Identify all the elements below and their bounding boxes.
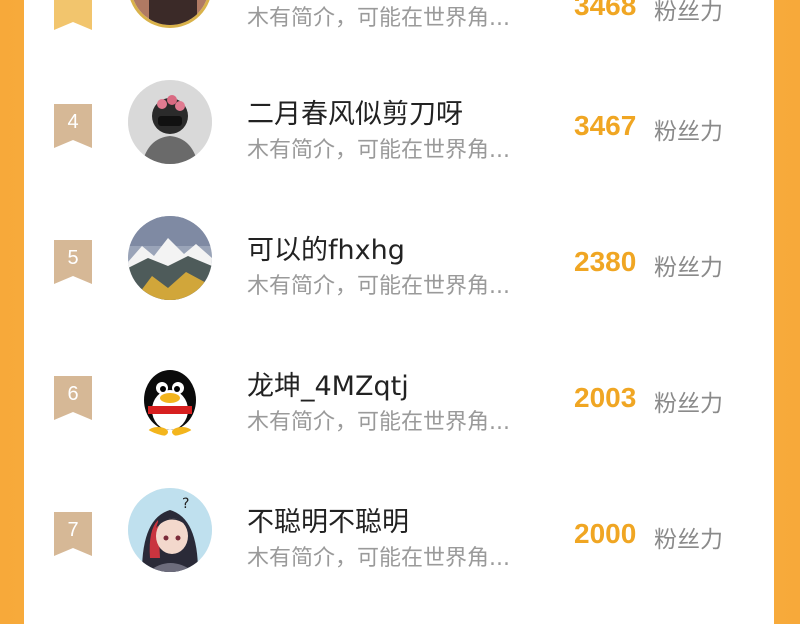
fans-ranking-list: 木有简介，可能在世界角... 3468 粉丝力 4 二月春风似剪刀呀 木有简介，… <box>24 0 774 624</box>
fans-label: 粉丝力 <box>654 255 723 281</box>
user-bio: 木有简介，可能在世界角... <box>247 546 510 571</box>
user-bio: 木有简介，可能在世界角... <box>247 6 510 31</box>
rank-badge <box>54 0 92 30</box>
user-name[interactable]: 可以的fhxhg <box>247 228 405 267</box>
fans-label: 粉丝力 <box>654 391 723 417</box>
user-name[interactable]: 不聪明不聪明 <box>247 500 409 539</box>
qq-penguin-avatar-icon[interactable] <box>128 352 212 436</box>
svg-text:?: ? <box>182 496 189 512</box>
fans-count: 2000 <box>574 518 637 549</box>
ranking-row-3[interactable]: 木有简介，可能在世界角... 3468 粉丝力 <box>24 0 774 40</box>
fans-label: 粉丝力 <box>654 119 723 145</box>
rank-number: 5 <box>67 247 79 269</box>
rank-badge: 6 <box>54 376 92 420</box>
ranking-row-4[interactable]: 4 二月春风似剪刀呀 木有简介，可能在世界角... 3467 粉丝力 <box>24 70 774 180</box>
rank-number: 4 <box>67 111 79 133</box>
fans-count: 3467 <box>574 110 637 141</box>
user-name[interactable]: 龙坤_4MZqtj <box>247 364 409 403</box>
user-bio: 木有简介，可能在世界角... <box>247 274 510 299</box>
rank-number: 6 <box>67 383 79 405</box>
fans-count: 2380 <box>574 246 637 277</box>
anime-girl-avatar-icon[interactable]: ? <box>128 488 212 572</box>
user-bio: 木有简介，可能在世界角... <box>247 410 510 435</box>
fans-count: 3468 <box>574 0 637 21</box>
fans-label: 粉丝力 <box>654 0 723 25</box>
avatar-photo-icon[interactable] <box>128 0 212 28</box>
rank-badge: 7 <box>54 512 92 556</box>
masked-person-avatar-icon[interactable] <box>128 80 212 164</box>
user-bio: 木有简介，可能在世界角... <box>247 138 510 163</box>
rank-number: 7 <box>67 519 79 541</box>
rank-badge: 4 <box>54 104 92 148</box>
ranking-row-7[interactable]: 7 ? 不聪明不聪明 木有简介，可能在世界角... 2000 粉丝力 <box>24 478 774 588</box>
user-name[interactable]: 二月春风似剪刀呀 <box>247 92 463 131</box>
ranking-row-6[interactable]: 6 龙坤_4MZqtj 木有简介，可能在世界角... 2003 粉丝力 <box>24 342 774 452</box>
ranking-row-5[interactable]: 5 可以的fhxhg 木有简介，可能在世界角... 2380 粉丝力 <box>24 206 774 316</box>
mountain-landscape-avatar-icon[interactable] <box>128 216 212 300</box>
fans-label: 粉丝力 <box>654 527 723 553</box>
rank-badge: 5 <box>54 240 92 284</box>
fans-count: 2003 <box>574 382 637 413</box>
